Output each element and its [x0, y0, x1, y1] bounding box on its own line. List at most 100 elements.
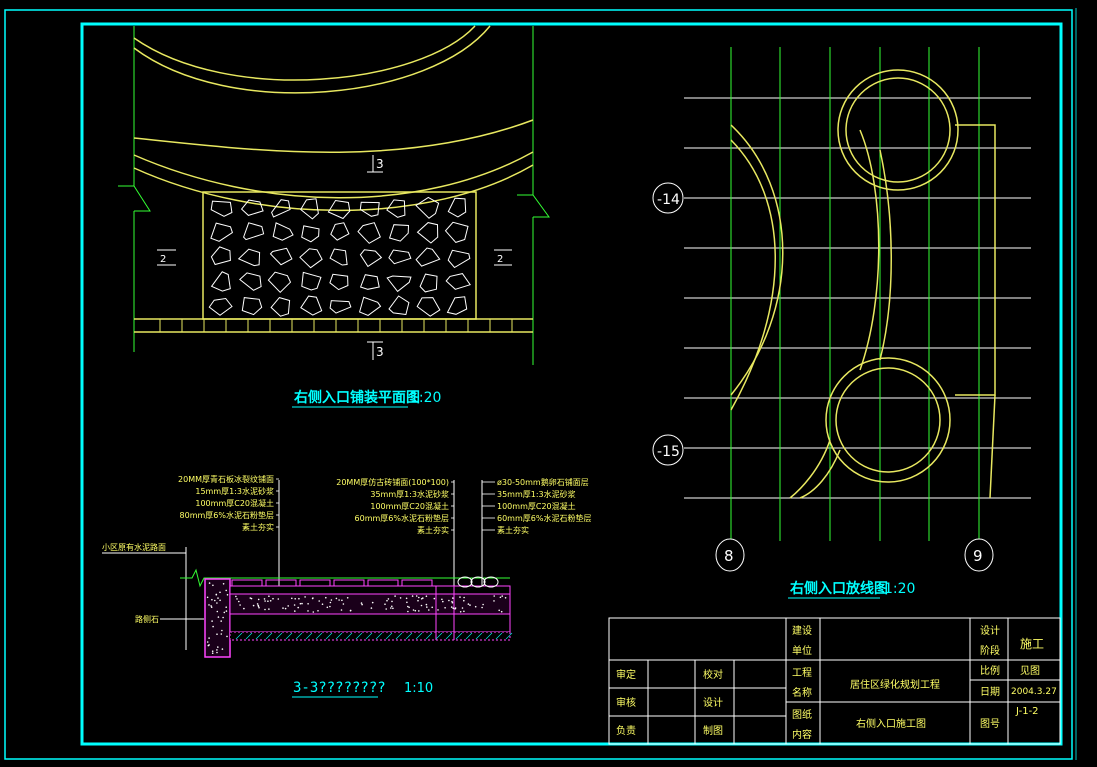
aggregate-dot: [225, 606, 227, 608]
aggregate-dot: [249, 597, 252, 599]
aggregate-dot: [257, 598, 260, 601]
aggregate-dot: [341, 599, 343, 602]
layer-label: 15mm厚1:3水泥砂浆: [195, 486, 274, 496]
aggregate-dot: [371, 601, 374, 604]
aggregate-dot: [291, 597, 293, 600]
title-block-text: 审定 审核 负责 校对 设计 制图 建设 单位 工程 名称 图纸 内容 居住区绿…: [616, 624, 1057, 741]
paving-stone: [388, 295, 410, 316]
grid-row-14-label: -14: [657, 192, 680, 208]
aggregate-dot: [326, 606, 329, 609]
aggregate-dot: [406, 601, 408, 604]
aggregate-dot: [452, 607, 455, 609]
tb-charge: 负责: [616, 724, 636, 737]
aggregate-dot: [221, 648, 224, 650]
aggregate-dot: [215, 593, 218, 596]
paving-stone: [210, 246, 231, 266]
aggregate-dot: [301, 602, 303, 605]
aggregate-dot: [451, 601, 454, 604]
aggregate-dot: [264, 608, 266, 611]
aggregate-dot: [225, 610, 228, 612]
section-view-title: 3-3????????: [293, 680, 386, 696]
aggregate-dot: [370, 607, 373, 609]
tb-drawing-name: 右侧入口施工图: [856, 717, 926, 730]
aggregate-dot: [340, 609, 343, 611]
aggregate-dot: [239, 604, 241, 606]
plan-view: 3 3 2 2 右侧入口铺装平面图 1:20: [118, 25, 550, 408]
aggregate-dot: [501, 595, 504, 597]
aggregate-dot: [444, 607, 446, 609]
aggregate-dot: [407, 610, 409, 613]
tb-stage: 阶段: [980, 644, 1000, 657]
layer-label: 素土夯实: [242, 522, 274, 532]
aggregate-dot: [428, 609, 430, 611]
side-mark-right: 2: [497, 254, 503, 265]
aggregate-dot: [277, 598, 280, 600]
tb-date-value: 2004.3.27: [1011, 687, 1057, 697]
layer-label: 20MM厚仿古砖铺面(100*100): [336, 477, 449, 487]
tb-unit: 单位: [792, 644, 812, 657]
aggregate-dot: [325, 596, 327, 599]
tb-stage-value: 施工: [1020, 637, 1044, 651]
aggregate-dot: [482, 603, 484, 606]
aggregate-dot: [293, 604, 296, 606]
aggregate-dot: [391, 600, 393, 603]
paving-stone: [210, 271, 231, 292]
tile: [401, 579, 433, 587]
tile: [265, 579, 297, 587]
aggregate-dot: [222, 583, 225, 585]
aggregate-dot: [390, 607, 392, 609]
aggregate-dot: [384, 603, 386, 605]
tile: [299, 579, 331, 587]
aggregate-dot: [282, 607, 284, 609]
tile: [231, 579, 263, 587]
layer-label: 100mm厚C20混凝土: [370, 501, 449, 511]
paving-stone: [419, 273, 438, 293]
aggregate-dot: [219, 599, 221, 602]
aggregate-dot: [394, 595, 396, 597]
aggregate-dot: [391, 605, 393, 608]
paving-stone: [208, 297, 233, 316]
paving-stone: [358, 296, 382, 316]
aggregate-dot: [405, 597, 408, 600]
paving-stone: [416, 222, 439, 244]
setout-view-scale: 1:20: [884, 581, 915, 597]
paving-stone: [301, 225, 320, 243]
aggregate-dot: [299, 602, 302, 605]
kerb-top-label: 小区原有水泥路面: [102, 542, 166, 552]
aggregate-dot: [452, 597, 454, 599]
aggregate-dot: [411, 595, 414, 597]
tb-date: 日期: [980, 686, 1000, 698]
layer-label: 素土夯实: [417, 525, 449, 535]
aggregate-dot: [415, 595, 418, 597]
aggregate-dot: [318, 600, 321, 602]
layer-label: 素土夯实: [497, 525, 529, 535]
aggregate-dot: [433, 597, 436, 600]
aggregate-dot: [399, 597, 402, 599]
aggregate-dot: [463, 610, 465, 613]
aggregate-dot: [211, 650, 214, 652]
aggregate-dot: [321, 603, 324, 605]
side-mark-left: 2: [160, 254, 166, 265]
aggregate-dot: [500, 610, 503, 613]
tb-stage-top: 设计: [980, 624, 1000, 637]
aggregate-dot: [425, 595, 428, 597]
tb-number: 图号: [980, 718, 1000, 730]
aggregate-dot: [216, 651, 218, 654]
layer-label: 35mm厚1:3水泥砂浆: [497, 489, 576, 499]
kerb-label: 路侧石: [135, 614, 159, 624]
aggregate-dot: [493, 595, 496, 597]
aggregate-dot: [216, 602, 218, 604]
aggregate-dot: [264, 600, 266, 602]
aggregate-dot: [221, 629, 223, 632]
aggregate-dot: [272, 597, 274, 600]
aggregate-dot: [493, 600, 495, 602]
paving-stone: [299, 248, 323, 269]
paving-stone: [357, 222, 381, 244]
aggregate-dot: [235, 595, 237, 598]
aggregate-dot: [206, 596, 209, 599]
paving-stone: [243, 222, 265, 241]
aggregate-dot: [408, 606, 410, 609]
aggregate-dot: [268, 595, 270, 597]
paving-stone: [444, 221, 469, 243]
aggregate-dot: [422, 597, 424, 599]
